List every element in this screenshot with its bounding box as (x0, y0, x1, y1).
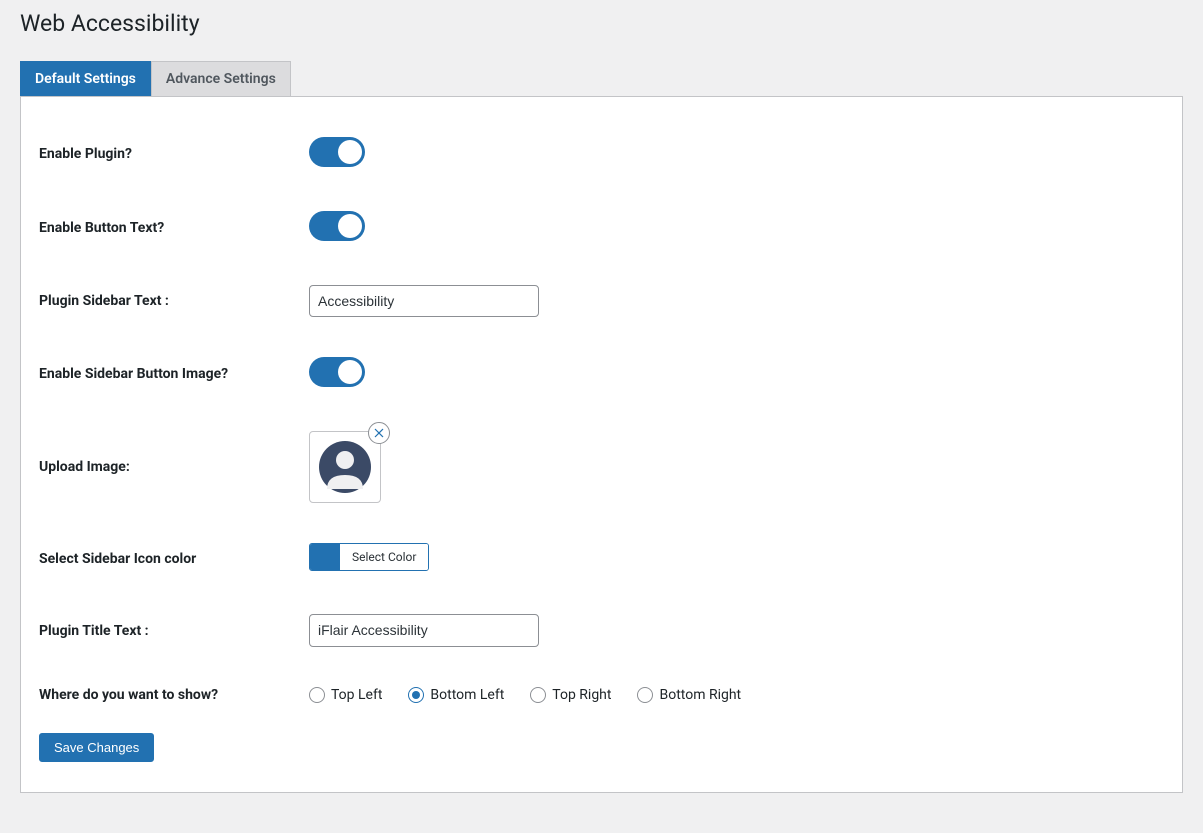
toggle-knob (338, 360, 362, 384)
tab-advance-settings[interactable]: Advance Settings (151, 61, 291, 96)
toggle-enable-button-text[interactable] (309, 211, 365, 241)
radio-top-right[interactable]: Top Right (530, 687, 611, 703)
settings-panel: Enable Plugin? Enable Button Text? Plugi… (20, 97, 1183, 793)
radio-circle (309, 687, 325, 703)
toggle-enable-sidebar-image[interactable] (309, 357, 365, 387)
label-upload-image: Upload Image: (39, 459, 309, 475)
toggle-knob (338, 140, 362, 164)
upload-image-preview[interactable] (309, 431, 381, 503)
field-upload-image: Upload Image: (39, 411, 1164, 523)
label-position: Where do you want to show? (39, 687, 309, 703)
radio-label: Top Right (552, 687, 611, 703)
field-enable-sidebar-image: Enable Sidebar Button Image? (39, 337, 1164, 411)
label-title-text: Plugin Title Text : (39, 623, 309, 639)
radio-bottom-left[interactable]: Bottom Left (408, 687, 504, 703)
page-title: Web Accessibility (20, 0, 1183, 43)
input-sidebar-text[interactable] (309, 285, 539, 317)
radio-label: Bottom Right (659, 687, 741, 703)
label-sidebar-text: Plugin Sidebar Text : (39, 293, 309, 309)
input-title-text[interactable] (309, 614, 539, 646)
radio-label: Bottom Left (430, 687, 504, 703)
field-position: Where do you want to show? Top Left Bott… (39, 667, 1164, 723)
tab-default-settings[interactable]: Default Settings (20, 61, 151, 96)
tabs: Default Settings Advance Settings (20, 61, 1183, 97)
radio-bottom-right[interactable]: Bottom Right (637, 687, 741, 703)
field-enable-button-text: Enable Button Text? (39, 191, 1164, 265)
label-icon-color: Select Sidebar Icon color (39, 551, 309, 567)
toggle-enable-plugin[interactable] (309, 137, 365, 167)
radio-label: Top Left (331, 687, 382, 703)
radio-circle (408, 687, 424, 703)
color-picker[interactable]: Select Color (309, 543, 429, 571)
color-swatch (310, 544, 340, 570)
label-enable-plugin: Enable Plugin? (39, 146, 309, 162)
radio-circle (637, 687, 653, 703)
radio-group-position: Top Left Bottom Left Top Right Bottom Ri… (309, 687, 1164, 703)
radio-top-left[interactable]: Top Left (309, 687, 382, 703)
field-enable-plugin: Enable Plugin? (39, 117, 1164, 191)
radio-dot (412, 691, 420, 699)
field-sidebar-text: Plugin Sidebar Text : (39, 265, 1164, 337)
save-button[interactable]: Save Changes (39, 733, 154, 762)
radio-circle (530, 687, 546, 703)
field-title-text: Plugin Title Text : (39, 594, 1164, 666)
select-color-button[interactable]: Select Color (340, 544, 428, 570)
toggle-knob (338, 214, 362, 238)
label-enable-sidebar-image: Enable Sidebar Button Image? (39, 366, 309, 382)
avatar-placeholder-icon (319, 441, 371, 493)
close-icon (374, 428, 384, 438)
remove-image-button[interactable] (368, 422, 390, 444)
label-enable-button-text: Enable Button Text? (39, 220, 309, 236)
field-icon-color: Select Sidebar Icon color Select Color (39, 523, 1164, 594)
